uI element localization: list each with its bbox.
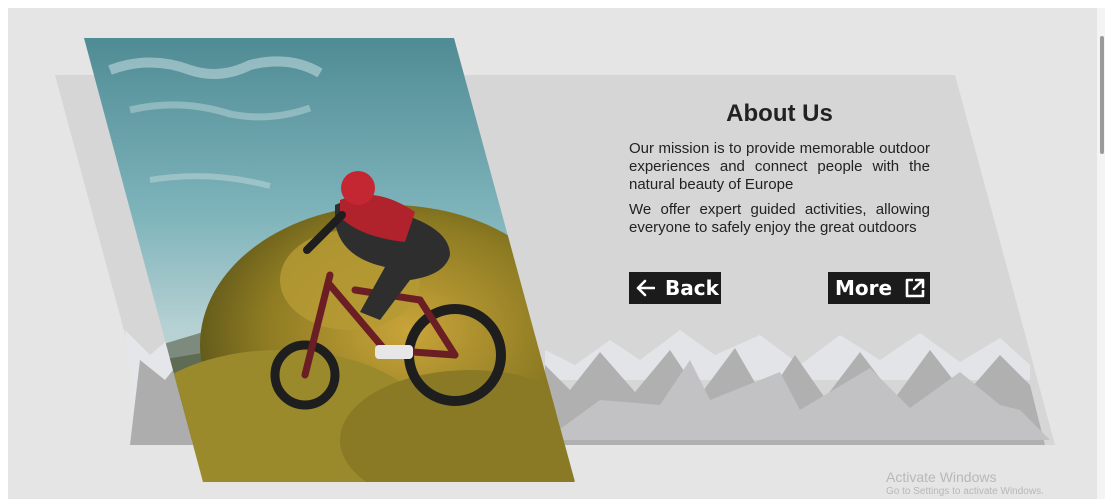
watermark-title: Activate Windows [886, 469, 997, 485]
about-content: About Us Our mission is to provide memor… [629, 98, 930, 237]
more-button-label: More [835, 276, 893, 300]
activation-watermark: Activate Windows Go to Settings to activ… [886, 470, 1044, 499]
watermark-subtitle: Go to Settings to activate Windows. [886, 486, 1044, 497]
mission-paragraph: Our mission is to provide memorable outd… [629, 140, 930, 193]
more-button[interactable]: More [828, 272, 930, 304]
activities-paragraph: We offer expert guided activities, allow… [629, 201, 930, 236]
back-button[interactable]: Back [629, 272, 721, 304]
about-scene [55, 38, 1055, 482]
back-button-label: Back [665, 276, 719, 300]
page-title: About Us [726, 100, 833, 127]
arrow-left-icon [635, 279, 655, 297]
external-link-icon [904, 277, 926, 299]
